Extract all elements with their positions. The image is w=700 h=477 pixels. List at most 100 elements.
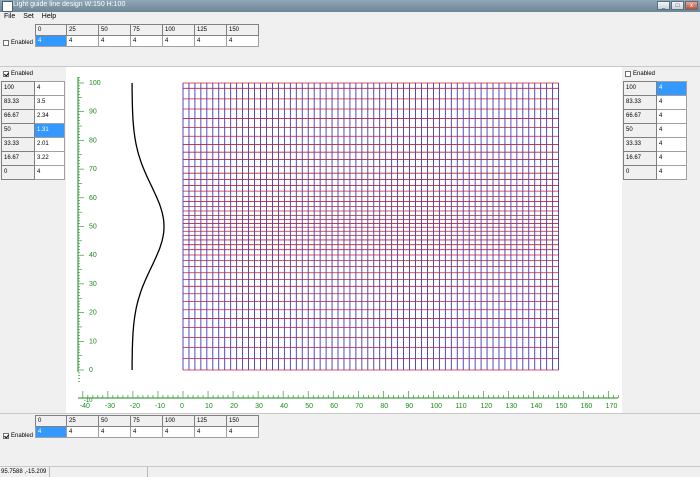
bottom-enabled-label: Enabled [11,433,34,439]
bottom-grid-header-6: 150 [226,415,259,427]
x-tick-label: 90 [405,403,413,410]
left-grid-pos-4: 33.33 [1,137,35,152]
x-tick-label: -10 [155,403,165,410]
top-grid-cell-2[interactable]: 4 [98,35,131,47]
right-grid-val-1[interactable]: 4 [656,95,687,110]
bottom-grid-cell-3[interactable]: 4 [130,426,163,438]
minimize-icon[interactable]: _ [657,1,670,10]
app-icon [2,1,13,12]
menu-file[interactable]: File [0,12,19,22]
left-grid-val-3[interactable]: 1.31 [34,123,65,138]
light-guide-plot[interactable]: 1009080706050403020100-40 -30 -20 -10 0 10 20 3… [66,67,622,413]
left-enabled-checkbox[interactable] [3,71,9,77]
bottom-grid-cell-0[interactable]: 4 [35,426,67,438]
x-tick-label: 70 [355,403,363,410]
y-tick-label: 10 [89,338,97,345]
right-grid-val-3[interactable]: 4 [656,123,687,138]
status-bar: 95.7588 ,-15.209 [0,466,700,477]
x-tick-label: 0 [180,403,184,410]
y-tick-label: 50 [89,224,97,231]
x-tick-label: 60 [330,403,338,410]
x-tick-label: 80 [380,403,388,410]
top-enabled-checkbox[interactable] [3,40,9,46]
right-grid-pos-0: 100 [623,81,657,96]
top-enabled-label: Enabled [11,40,34,46]
menu-set[interactable]: Set [19,12,38,22]
left-grid-pos-0: 100 [1,81,35,96]
x-tick-label: 100 [430,403,442,410]
left-grid-val-2[interactable]: 2.34 [34,109,65,124]
right-enabled-label: Enabled [633,71,656,77]
left-grid-val-1[interactable]: 3.5 [34,95,65,110]
maximize-icon[interactable]: □ [671,1,684,10]
left-enabled-label: Enabled [11,71,34,77]
window-title: Light guide line design W:150 H:100 [13,1,126,8]
left-grid-pos-6: 0 [1,165,35,180]
bottom-enabled-checkbox[interactable] [3,433,9,439]
top-grid-header-2: 50 [98,24,131,36]
menu-help[interactable]: Help [38,12,60,22]
x-tick-label: 140 [531,403,543,410]
x-tick-label: 50 [305,403,313,410]
y-tick-label: 40 [89,252,97,259]
close-icon[interactable]: x [685,1,698,10]
top-grid-cell-4[interactable]: 4 [162,35,195,47]
right-grid-pos-1: 83.33 [623,95,657,110]
bottom-grid-header-2: 50 [98,415,131,427]
left-grid-val-0[interactable]: 4 [34,81,65,96]
bottom-panel: Enabled 0 25 50 75 100 125 150 4 4 4 4 4 4 4 [0,414,700,466]
right-grid-val-2[interactable]: 4 [656,109,687,124]
left-grid-val-6[interactable]: 4 [34,165,65,180]
top-grid-cell-6[interactable]: 4 [226,35,259,47]
bottom-grid-header-3: 75 [130,415,163,427]
right-grid-val-5[interactable]: 4 [656,151,687,166]
bottom-grid-cell-2[interactable]: 4 [98,426,131,438]
x-axis-origin-label: -10 [84,398,93,404]
top-grid-cell-3[interactable]: 4 [130,35,163,47]
top-width-grid: 0 25 50 75 100 125 150 4 4 4 4 4 4 4 [35,24,259,47]
top-grid-header-4: 100 [162,24,195,36]
x-tick-label: 20 [230,403,238,410]
window-controls: _ □ x [657,1,698,10]
x-tick-label: 40 [280,403,288,410]
bottom-grid-cell-1[interactable]: 4 [66,426,99,438]
left-grid-val-4[interactable]: 2.01 [34,137,65,152]
top-grid-cell-1[interactable]: 4 [66,35,99,47]
top-panel: Enabled 0 25 50 75 100 125 150 4 4 4 4 4 4 4 [0,22,700,66]
bottom-grid-header-4: 100 [162,415,195,427]
x-tick-label: 130 [506,403,518,410]
y-tick-label: 90 [89,109,97,116]
x-tick-label: 110 [455,403,466,410]
top-grid-cell-5[interactable]: 4 [194,35,227,47]
left-grid-pos-3: 50 [1,123,35,138]
right-spacing-grid: 100 4 83.33 4 66.67 4 50 4 33.33 4 16.67 4 0 4 [623,81,687,180]
spacing-profile-curve [131,83,165,370]
bottom-grid-cell-4[interactable]: 4 [162,426,195,438]
y-tick-label: 100 [89,80,101,87]
x-tick-label: -20 [130,403,140,410]
bottom-grid-header-1: 25 [66,415,99,427]
right-grid-val-0[interactable]: 4 [656,81,687,96]
bottom-grid-header-5: 125 [194,415,227,427]
bottom-grid-header-0: 0 [35,415,67,427]
y-tick-label: 30 [89,281,97,288]
left-grid-pos-1: 83.33 [1,95,35,110]
left-grid-val-5[interactable]: 3.22 [34,151,65,166]
top-grid-header-6: 150 [226,24,259,36]
y-tick-label: 20 [89,310,97,317]
top-grid-cell-0[interactable]: 4 [35,35,67,47]
left-spacing-grid: 100 4 83.33 3.5 66.67 2.34 50 1.31 33.33 2.01 16.6… [1,81,65,180]
right-grid-val-6[interactable]: 4 [656,165,687,180]
right-enabled-checkbox[interactable] [625,71,631,77]
right-grid-val-4[interactable]: 4 [656,137,687,152]
top-grid-header-5: 125 [194,24,227,36]
design-canvas[interactable]: 100 90 80 70 60 50 40 30 20 10 0 -40 -30 -20 -10 0 10 20 3… [66,67,622,413]
right-grid-pos-2: 66.67 [623,109,657,124]
top-grid-header-3: 75 [130,24,163,36]
x-tick-label: 30 [255,403,263,410]
left-panel: Enabled 100 4 83.33 3.5 66.67 2.34 50 1.31 33.33… [0,67,66,413]
bottom-grid-cell-5[interactable]: 4 [194,426,227,438]
right-grid-pos-4: 33.33 [623,137,657,152]
bottom-grid-cell-6[interactable]: 4 [226,426,259,438]
x-tick-label: -30 [105,403,115,410]
